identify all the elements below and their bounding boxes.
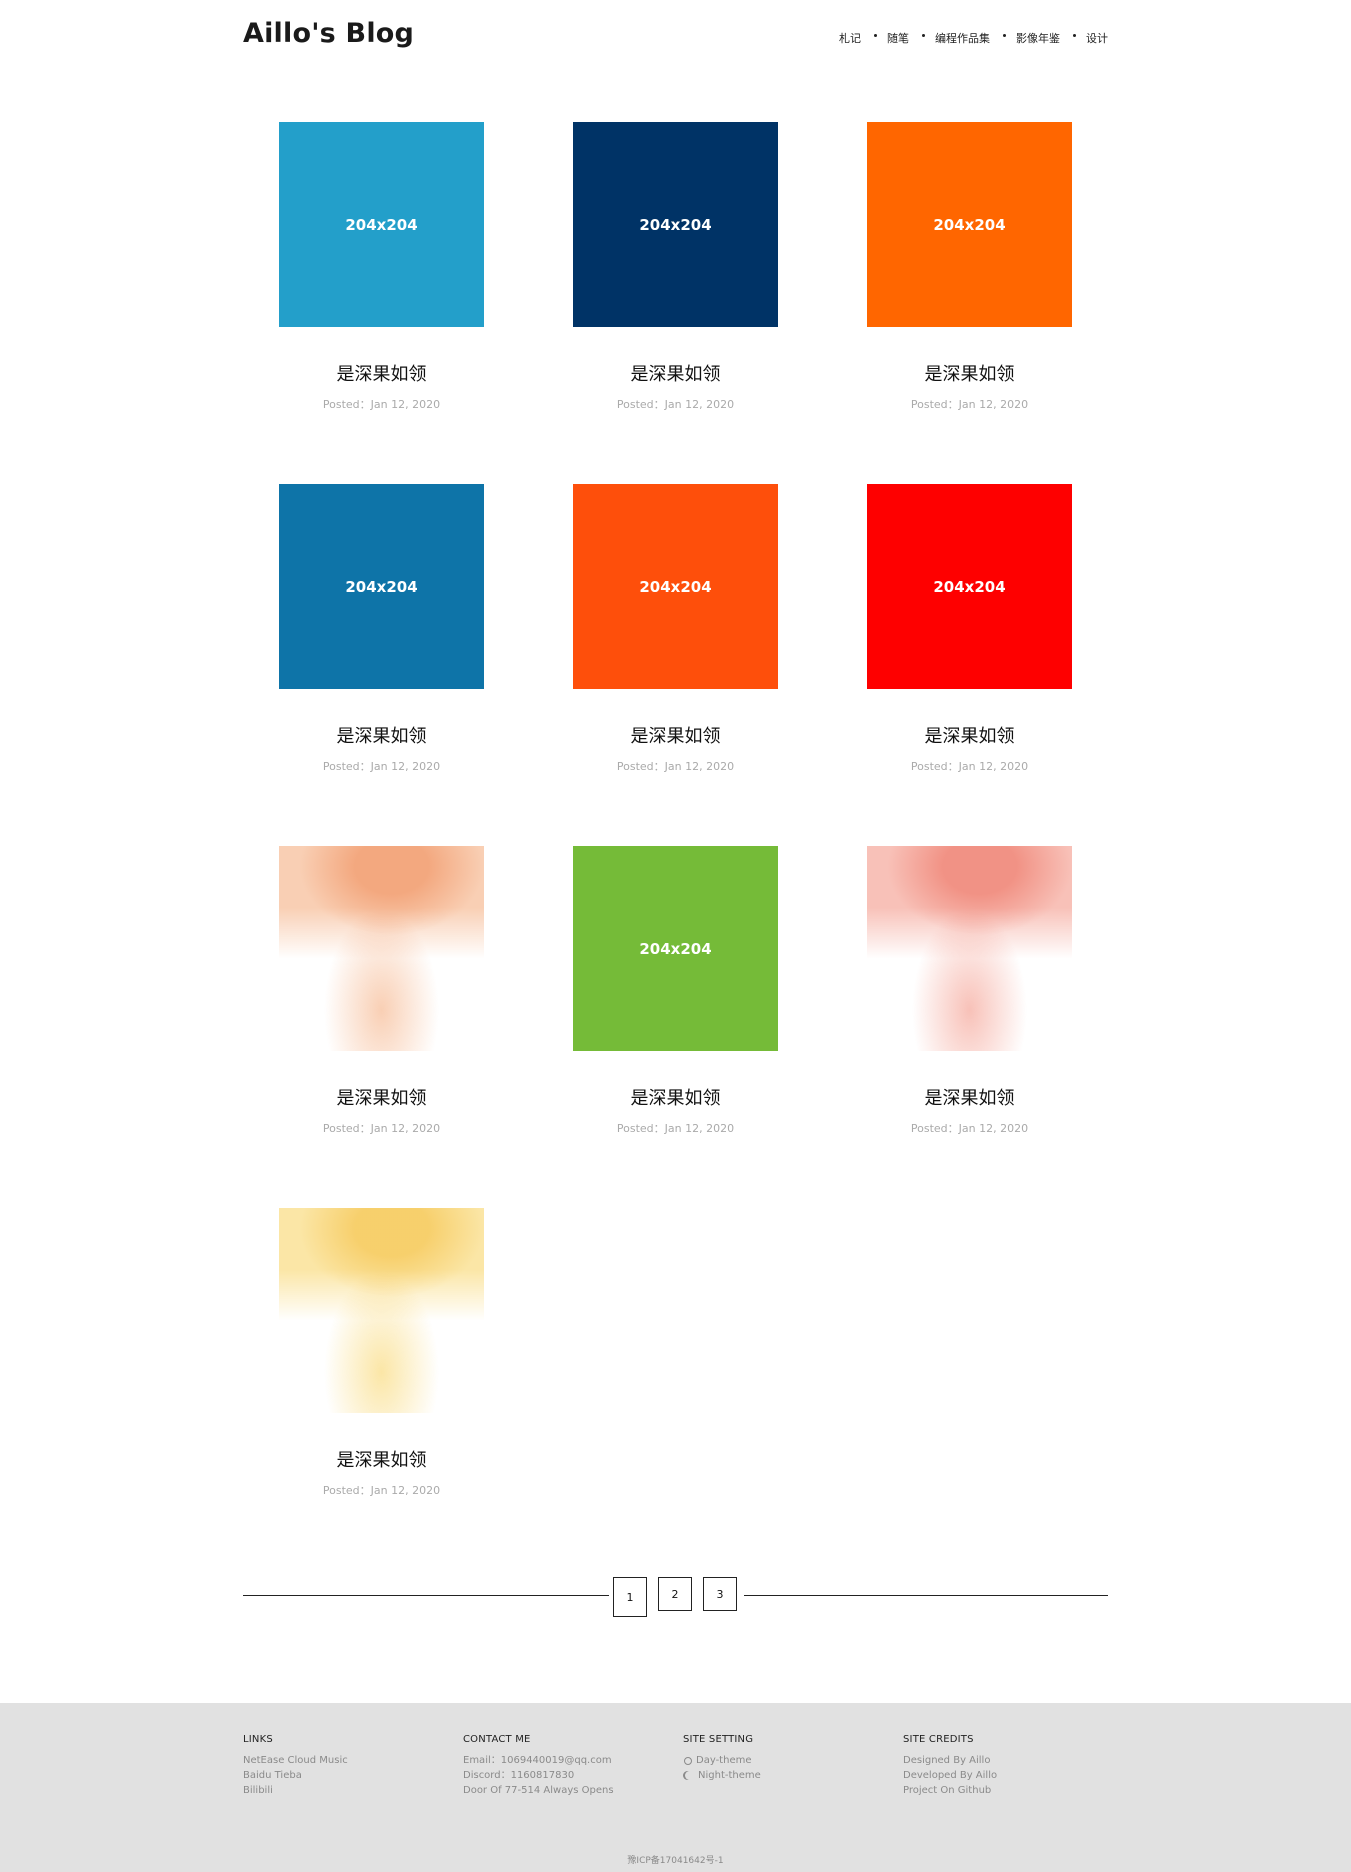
post-date: Posted：Jan 12, 2020 <box>910 760 1029 773</box>
page-button-2[interactable]: 2 <box>658 1577 692 1611</box>
nav-separator <box>1073 33 1076 37</box>
footer-link-netease[interactable]: NetEase Cloud Music <box>243 1753 348 1768</box>
post-thumbnail[interactable]: 204x204 <box>867 122 1072 327</box>
post-date: Posted：Jan 12, 2020 <box>616 1122 735 1135</box>
thumbnail-label: 204x204 <box>933 215 1006 234</box>
main-nav: 札记 随笔 编程作品集 影像年鉴 设计 <box>839 30 1108 46</box>
pagination-divider <box>243 1595 609 1596</box>
post-thumbnail[interactable] <box>867 846 1072 1051</box>
contact-note: Door Of 77-514 Always Opens <box>463 1785 614 1796</box>
site-footer: LINKS NetEase Cloud Music Baidu Tieba Bi… <box>0 1703 1351 1872</box>
post-thumbnail[interactable] <box>279 846 484 1051</box>
post-title[interactable]: 是深果如领 <box>537 360 814 386</box>
footer-heading: LINKS <box>243 1734 273 1745</box>
day-theme-label: Day-theme <box>696 1755 752 1766</box>
post-title[interactable]: 是深果如领 <box>831 1084 1108 1110</box>
thumbnail-label: 204x204 <box>933 577 1006 596</box>
credit-developed-by: Developed By Aillo <box>903 1770 998 1781</box>
post-title[interactable]: 是深果如领 <box>243 1446 520 1472</box>
pagination-divider <box>744 1595 1108 1596</box>
page-button-3[interactable]: 3 <box>703 1577 737 1611</box>
night-theme-label: Night-theme <box>698 1770 761 1781</box>
post-date: Posted：Jan 12, 2020 <box>616 760 735 773</box>
post-title[interactable]: 是深果如领 <box>537 722 814 748</box>
post-card: 204x204 是深果如领 Posted：Jan 12, 2020 <box>537 484 832 784</box>
post-thumbnail[interactable]: 204x204 <box>573 846 778 1051</box>
post-date: Posted：Jan 12, 2020 <box>616 398 735 411</box>
footer-heading: CONTACT ME <box>463 1734 531 1745</box>
thumbnail-label: 204x204 <box>639 939 712 958</box>
post-thumbnail[interactable]: 204x204 <box>279 484 484 689</box>
footer-link-tieba[interactable]: Baidu Tieba <box>243 1768 348 1783</box>
credit-designed-by: Designed By Aillo <box>903 1755 991 1766</box>
post-card: 204x204 是深果如领 Posted：Jan 12, 2020 <box>537 846 832 1146</box>
page-button-1[interactable]: 1 <box>613 1577 647 1617</box>
post-title[interactable]: 是深果如领 <box>537 1084 814 1110</box>
post-card: 是深果如领 Posted：Jan 12, 2020 <box>243 846 538 1146</box>
post-title[interactable]: 是深果如领 <box>243 722 520 748</box>
nav-item-notes[interactable]: 札记 <box>839 30 861 46</box>
pagination: 1 2 3 <box>243 1577 1108 1617</box>
site-title[interactable]: Aillo's Blog <box>243 18 414 49</box>
post-card: 是深果如领 Posted：Jan 12, 2020 <box>243 1208 538 1508</box>
moon-icon <box>685 1771 694 1780</box>
footer-contact-section: CONTACT ME Email：1069440019@qq.com Disco… <box>463 1734 614 1798</box>
nav-separator <box>922 33 925 37</box>
post-card: 是深果如领 Posted：Jan 12, 2020 <box>831 846 1126 1146</box>
icp-license[interactable]: 豫ICP备17041642号-1 <box>0 1853 1351 1866</box>
day-theme-toggle[interactable]: Day-theme <box>683 1753 761 1768</box>
post-card: 204x204 是深果如领 Posted：Jan 12, 2020 <box>537 122 832 422</box>
thumbnail-label: 204x204 <box>639 577 712 596</box>
sun-icon <box>684 1756 692 1765</box>
post-date: Posted：Jan 12, 2020 <box>322 398 441 411</box>
thumbnail-label: 204x204 <box>345 577 418 596</box>
thumbnail-label: 204x204 <box>345 215 418 234</box>
post-thumbnail[interactable]: 204x204 <box>279 122 484 327</box>
post-title[interactable]: 是深果如领 <box>831 722 1108 748</box>
post-thumbnail[interactable] <box>279 1208 484 1413</box>
post-date: Posted：Jan 12, 2020 <box>910 398 1029 411</box>
post-title[interactable]: 是深果如领 <box>831 360 1108 386</box>
post-card: 204x204 是深果如领 Posted：Jan 12, 2020 <box>831 122 1126 422</box>
site-header: Aillo's Blog 札记 随笔 编程作品集 影像年鉴 设计 <box>243 18 1108 58</box>
post-thumbnail[interactable]: 204x204 <box>573 122 778 327</box>
footer-settings-section: SITE SETTING Day-theme Night-theme <box>683 1734 761 1783</box>
nav-item-portfolio[interactable]: 编程作品集 <box>935 30 990 46</box>
github-project-link[interactable]: Project On Github <box>903 1783 997 1798</box>
post-card: 204x204 是深果如领 Posted：Jan 12, 2020 <box>243 484 538 784</box>
nav-item-design[interactable]: 设计 <box>1086 30 1108 46</box>
footer-links-section: LINKS NetEase Cloud Music Baidu Tieba Bi… <box>243 1734 348 1798</box>
post-date: Posted：Jan 12, 2020 <box>910 1122 1029 1135</box>
nav-separator <box>874 33 877 37</box>
footer-credits-section: SITE CREDITS Designed By Aillo Developed… <box>903 1734 997 1798</box>
post-date: Posted：Jan 12, 2020 <box>322 1484 441 1497</box>
post-thumbnail[interactable]: 204x204 <box>867 484 1072 689</box>
post-date: Posted：Jan 12, 2020 <box>322 760 441 773</box>
nav-item-photo-yearbook[interactable]: 影像年鉴 <box>1016 30 1060 46</box>
post-title[interactable]: 是深果如领 <box>243 360 520 386</box>
post-date: Posted：Jan 12, 2020 <box>322 1122 441 1135</box>
footer-heading: SITE CREDITS <box>903 1734 974 1745</box>
footer-heading: SITE SETTING <box>683 1734 754 1745</box>
contact-discord: Discord：1160817830 <box>463 1770 575 1781</box>
post-title[interactable]: 是深果如领 <box>243 1084 520 1110</box>
nav-item-essays[interactable]: 随笔 <box>887 30 909 46</box>
night-theme-toggle[interactable]: Night-theme <box>683 1768 761 1783</box>
post-thumbnail[interactable]: 204x204 <box>573 484 778 689</box>
contact-email: Email：1069440019@qq.com <box>463 1755 612 1766</box>
post-card: 204x204 是深果如领 Posted：Jan 12, 2020 <box>831 484 1126 784</box>
footer-link-bilibili[interactable]: Bilibili <box>243 1783 348 1798</box>
nav-separator <box>1003 33 1006 37</box>
thumbnail-label: 204x204 <box>639 215 712 234</box>
post-card: 204x204 是深果如领 Posted：Jan 12, 2020 <box>243 122 538 422</box>
